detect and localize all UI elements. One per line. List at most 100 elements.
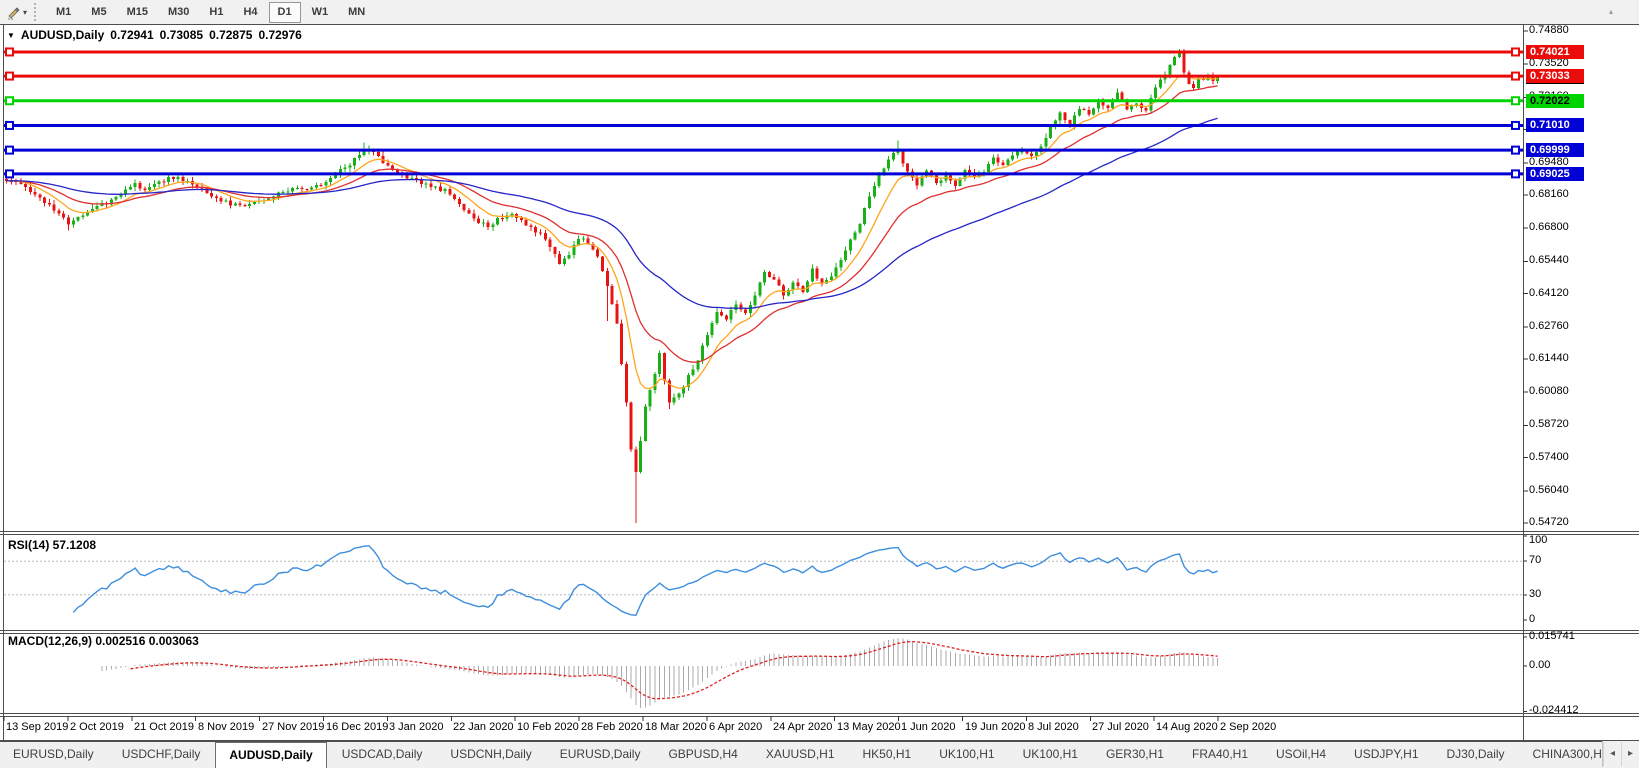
hline-price-badge[interactable]: 0.72022 [1526,94,1584,108]
rsi-axis-label: 70 [1529,554,1541,567]
symbol-label: AUDUSD,Daily [21,28,104,42]
horizontal-line-0.69999[interactable] [4,147,1523,154]
chart-tab-USDCNH-Daily[interactable]: USDCNH,Daily [437,742,544,768]
chart-tab-UK100-H1[interactable]: UK100,H1 [1010,742,1091,768]
hline-price-badge[interactable]: 0.74021 [1526,45,1584,59]
macd-axis-label: 0.015741 [1529,630,1575,643]
date-axis-label: 6 Apr 2020 [709,721,762,733]
timeframe-button-W1[interactable]: W1 [303,2,338,23]
tab-scroll-right-icon[interactable]: ▸ [1621,742,1639,766]
chart-tab-EURUSD-Daily[interactable]: EURUSD,Daily [0,742,107,768]
date-axis-label: 19 Jun 2020 [965,721,1026,733]
low-value: 0.72875 [209,28,252,42]
date-axis-label: 28 Feb 2020 [581,721,643,733]
close-value: 0.72976 [258,28,301,42]
date-axis-label: 8 Nov 2019 [198,721,254,733]
open-value: 0.72941 [110,28,153,42]
date-axis-label: 18 Mar 2020 [645,721,707,733]
rsi-axis-label: 30 [1529,588,1541,601]
price-axis-label: 0.57400 [1529,451,1569,464]
timeframe-button-MN[interactable]: MN [339,2,374,23]
date-axis-label: 13 May 2020 [837,721,901,733]
chart-window: ▼ AUDUSD,Daily 0.72941 0.73085 0.72875 0… [0,24,1639,741]
date-axis-label: 13 Sep 2019 [6,721,68,733]
price-axis-label: 0.62760 [1529,320,1569,333]
hline-price-badge[interactable]: 0.69025 [1526,167,1584,181]
slow-ma-line [7,118,1218,308]
pencil-icon[interactable] [4,3,22,21]
hline-price-badge[interactable]: 0.71010 [1526,118,1584,132]
macd-histogram [102,638,1218,708]
date-axis-label: 24 Apr 2020 [773,721,832,733]
price-axis-label: 0.61440 [1529,352,1569,365]
chart-tab-GER30-H1[interactable]: GER30,H1 [1093,742,1177,768]
chart-tab-XAUUSD-H1[interactable]: XAUUSD,H1 [753,742,848,768]
horizontal-line-0.73033[interactable] [4,73,1523,80]
price-axis-label: 0.74880 [1529,24,1569,37]
hline-price-badge[interactable]: 0.73033 [1526,69,1584,83]
chart-tab-GBPUSD-H4[interactable]: GBPUSD,H4 [655,742,750,768]
chart-tab-UK100-H1[interactable]: UK100,H1 [926,742,1007,768]
toolbar-grip[interactable] [34,3,40,21]
chevron-down-icon[interactable]: ▾ [23,8,27,17]
chart-tab-USOil-H4[interactable]: USOil,H4 [1263,742,1339,768]
chart-tab-AUDUSD-Daily[interactable]: AUDUSD,Daily [215,742,326,768]
timeframe-button-H1[interactable]: H1 [200,2,232,23]
price-axis-label: 0.56040 [1529,484,1569,497]
price-axis-label: 0.66800 [1529,221,1569,234]
date-axis-label: 16 Dec 2019 [326,721,388,733]
chart-canvas[interactable] [0,24,1639,741]
timeframe-button-M1[interactable]: M1 [47,2,80,23]
collapse-triangle-icon[interactable]: ▼ [7,31,15,40]
chart-tab-USDJPY-H1[interactable]: USDJPY,H1 [1341,742,1431,768]
date-axis-label: 3 Jan 2020 [389,721,443,733]
chart-tab-USDCHF-Daily[interactable]: USDCHF,Daily [109,742,214,768]
chart-tab-FRA40-H1[interactable]: FRA40,H1 [1179,742,1261,768]
timeframe-toolbar: ▾ M1M5M15M30H1H4D1W1MN ▴ [0,0,1639,24]
macd-axis-label: 0.00 [1529,659,1550,672]
price-axis-label: 0.60080 [1529,385,1569,398]
trading-terminal: ▾ M1M5M15M30H1H4D1W1MN ▴ ▼ AUDUSD,Daily … [0,0,1639,768]
hline-price-badge[interactable]: 0.69999 [1526,143,1584,157]
horizontal-line-0.69025[interactable] [4,170,1523,177]
ohlc-info-line[interactable]: ▼ AUDUSD,Daily 0.72941 0.73085 0.72875 0… [7,28,302,42]
rsi-indicator-label: RSI(14) 57.1208 [8,538,96,552]
price-axis-label: 0.64120 [1529,287,1569,300]
date-axis-label: 21 Oct 2019 [134,721,194,733]
timeframe-button-M15[interactable]: M15 [118,2,157,23]
date-axis-label: 27 Jul 2020 [1092,721,1149,733]
tab-scroll-left-icon[interactable]: ◂ [1603,742,1621,766]
timeframe-button-H4[interactable]: H4 [234,2,266,23]
chart-tab-bar: EURUSD,DailyUSDCHF,DailyAUDUSD,DailyUSDC… [0,741,1639,768]
price-axis-label: 0.65440 [1529,254,1569,267]
chart-tab-HK50-H1[interactable]: HK50,H1 [850,742,925,768]
timeframe-button-M30[interactable]: M30 [159,2,198,23]
horizontal-line-0.72022[interactable] [4,97,1523,104]
timeframe-button-M5[interactable]: M5 [82,2,115,23]
date-axis-label: 22 Jan 2020 [453,721,514,733]
chart-tab-USDCAD-Daily[interactable]: USDCAD,Daily [329,742,436,768]
timeframe-buttons: M1M5M15M30H1H4D1W1MN [46,2,375,23]
date-axis-label: 14 Aug 2020 [1156,721,1218,733]
macd-axis-label: -0.024412 [1529,704,1579,717]
date-axis-label: 8 Jul 2020 [1028,721,1079,733]
date-axis-label: 2 Sep 2020 [1220,721,1276,733]
price-axis-label: 0.58720 [1529,418,1569,431]
date-axis-label: 2 Oct 2019 [70,721,124,733]
mid-ma-line [7,86,1218,362]
tab-scroll-buttons: ◂ ▸ [1602,741,1639,767]
timeframe-button-D1[interactable]: D1 [269,2,301,23]
chart-tab-EURUSD-Daily[interactable]: EURUSD,Daily [547,742,654,768]
toolbar-overflow-icon[interactable]: ▴ [1609,7,1613,16]
date-axis-label: 10 Feb 2020 [517,721,579,733]
fast-ma-line [7,75,1218,389]
date-axis-label: 1 Jun 2020 [901,721,955,733]
rsi-line [73,546,1217,616]
horizontal-line-0.74021[interactable] [4,48,1523,55]
rsi-axis-label: 0 [1529,613,1535,626]
date-axis-label: 27 Nov 2019 [262,721,324,733]
macd-indicator-label: MACD(12,26,9) 0.002516 0.003063 [8,634,199,648]
price-axis-label: 0.54720 [1529,516,1569,529]
horizontal-line-0.71010[interactable] [4,122,1523,129]
chart-tab-DJ30-Daily[interactable]: DJ30,Daily [1434,742,1518,768]
